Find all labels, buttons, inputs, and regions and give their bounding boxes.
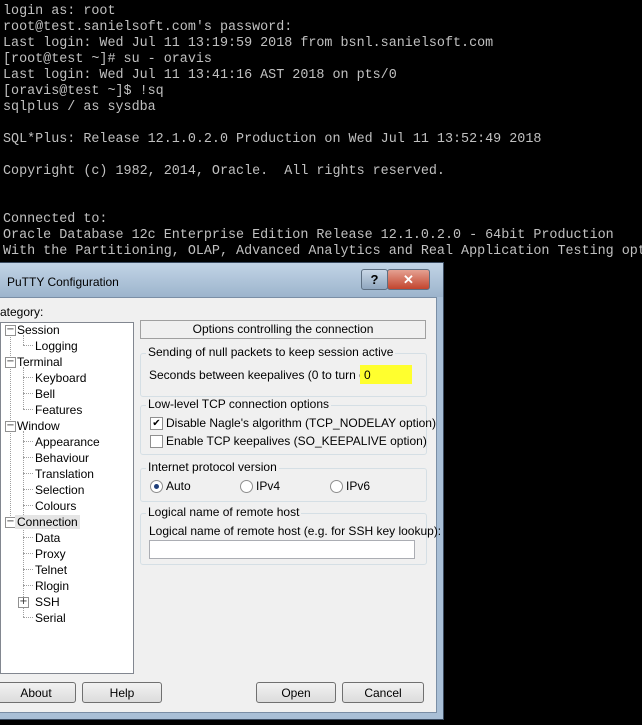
tree-guide bbox=[23, 569, 33, 570]
panel-header: Options controlling the connection bbox=[140, 320, 426, 339]
terminal-line: Copyright (c) 1982, 2014, Oracle. All ri… bbox=[3, 164, 445, 179]
tree-guide bbox=[23, 473, 33, 474]
tree-item-session[interactable]: Session bbox=[17, 323, 60, 337]
terminal-line: Last login: Wed Jul 11 13:19:59 2018 fro… bbox=[3, 36, 494, 51]
terminal-line: [oravis@test ~]$ !sq bbox=[3, 84, 164, 99]
tree-guide bbox=[23, 617, 33, 618]
tree-item-logging[interactable]: Logging bbox=[35, 339, 78, 353]
keepalive-seconds-input[interactable] bbox=[360, 365, 412, 384]
tree-item-terminal[interactable]: Terminal bbox=[17, 355, 62, 369]
ip-auto-radio[interactable] bbox=[150, 480, 163, 493]
dialog-client-area: ategory: − − − − + Session Logging Termi… bbox=[0, 297, 441, 713]
tree-item-window[interactable]: Window bbox=[17, 419, 60, 433]
terminal-line: login as: root bbox=[3, 4, 116, 19]
remote-host-input[interactable] bbox=[149, 540, 415, 559]
ip-auto-label[interactable]: Auto bbox=[166, 479, 191, 493]
tree-item-features[interactable]: Features bbox=[35, 403, 82, 417]
tree-item-data[interactable]: Data bbox=[35, 531, 60, 545]
tree-item-serial[interactable]: Serial bbox=[35, 611, 66, 625]
tree-guide bbox=[23, 393, 33, 394]
tree-guide bbox=[23, 489, 33, 490]
tree-item-behaviour[interactable]: Behaviour bbox=[35, 451, 89, 465]
tree-guide bbox=[23, 377, 33, 378]
terminal-line: Last login: Wed Jul 11 13:41:16 AST 2018… bbox=[3, 68, 397, 83]
about-button[interactable]: About bbox=[0, 682, 76, 703]
terminal-line: Connected to: bbox=[3, 212, 108, 227]
tree-guide bbox=[23, 367, 24, 409]
tree-item-appearance[interactable]: Appearance bbox=[35, 435, 100, 449]
tree-item-proxy[interactable]: Proxy bbox=[35, 547, 66, 561]
tree-item-rlogin[interactable]: Rlogin bbox=[35, 579, 69, 593]
open-button[interactable]: Open bbox=[256, 682, 336, 703]
tree-guide bbox=[23, 505, 33, 506]
collapse-icon[interactable]: − bbox=[5, 421, 16, 432]
tree-guide bbox=[23, 553, 33, 554]
ip-ipv4-label[interactable]: IPv4 bbox=[256, 479, 280, 493]
radio-selected-dot bbox=[154, 484, 159, 489]
cancel-button[interactable]: Cancel bbox=[342, 682, 424, 703]
remote-host-field-label: Logical name of remote host (e.g. for SS… bbox=[149, 524, 442, 538]
tree-item-keyboard[interactable]: Keyboard bbox=[35, 371, 86, 385]
tcp-options-group-label: Low-level TCP connection options bbox=[146, 397, 331, 411]
terminal-line: [root@test ~]# su - oravis bbox=[3, 52, 212, 67]
tcp-keepalive-checkbox[interactable] bbox=[150, 435, 163, 448]
help-question-icon[interactable]: ? bbox=[361, 269, 388, 290]
category-label: ategory: bbox=[0, 305, 44, 319]
tree-guide bbox=[23, 537, 33, 538]
help-button[interactable]: Help bbox=[82, 682, 162, 703]
tree-item-connection[interactable]: Connection bbox=[15, 515, 80, 529]
collapse-icon[interactable]: − bbox=[5, 325, 16, 336]
terminal-line: SQL*Plus: Release 12.1.0.2.0 Production … bbox=[3, 132, 542, 147]
keepalive-label: Seconds between keepalives (0 to turn of… bbox=[149, 368, 377, 382]
close-icon[interactable]: ✕ bbox=[387, 269, 430, 290]
ip-version-group-label: Internet protocol version bbox=[146, 460, 279, 474]
ip-ipv4-radio[interactable] bbox=[240, 480, 253, 493]
tree-guide bbox=[23, 431, 24, 521]
tree-guide bbox=[23, 585, 33, 586]
terminal-line: With the Partitioning, OLAP, Advanced An… bbox=[3, 244, 642, 259]
putty-configuration-dialog: PuTTY Configuration ? ✕ ategory: − − − −… bbox=[0, 262, 444, 720]
tree-item-ssh[interactable]: SSH bbox=[35, 595, 60, 609]
tree-item-selection[interactable]: Selection bbox=[35, 483, 84, 497]
tree-item-colours[interactable]: Colours bbox=[35, 499, 76, 513]
terminal-line: root@test.sanielsoft.com's password: bbox=[3, 20, 293, 35]
null-packets-group-label: Sending of null packets to keep session … bbox=[146, 345, 396, 359]
tcp-nodelay-checkbox[interactable]: ✔ bbox=[150, 417, 163, 430]
expand-icon[interactable]: + bbox=[18, 597, 29, 608]
terminal-line: Oracle Database 12c Enterprise Edition R… bbox=[3, 228, 614, 243]
collapse-icon[interactable]: − bbox=[5, 357, 16, 368]
tree-item-telnet[interactable]: Telnet bbox=[35, 563, 67, 577]
tcp-nodelay-label[interactable]: Disable Nagle's algorithm (TCP_NODELAY o… bbox=[166, 416, 436, 430]
tree-guide bbox=[23, 409, 33, 410]
tree-item-bell[interactable]: Bell bbox=[35, 387, 55, 401]
tree-guide bbox=[23, 345, 33, 346]
tree-item-translation[interactable]: Translation bbox=[35, 467, 94, 481]
title-bar[interactable]: PuTTY Configuration ? ✕ bbox=[0, 263, 443, 297]
terminal-line: sqlplus / as sysdba bbox=[3, 100, 156, 115]
tree-guide bbox=[23, 457, 33, 458]
category-tree[interactable]: − − − − + Session Logging Terminal Keybo… bbox=[0, 322, 134, 674]
tree-guide bbox=[23, 441, 33, 442]
tcp-keepalive-label[interactable]: Enable TCP keepalives (SO_KEEPALIVE opti… bbox=[166, 434, 427, 448]
ip-ipv6-label[interactable]: IPv6 bbox=[346, 479, 370, 493]
ip-ipv6-radio[interactable] bbox=[330, 480, 343, 493]
remote-host-group-label: Logical name of remote host bbox=[146, 505, 302, 519]
dialog-title: PuTTY Configuration bbox=[7, 275, 119, 289]
